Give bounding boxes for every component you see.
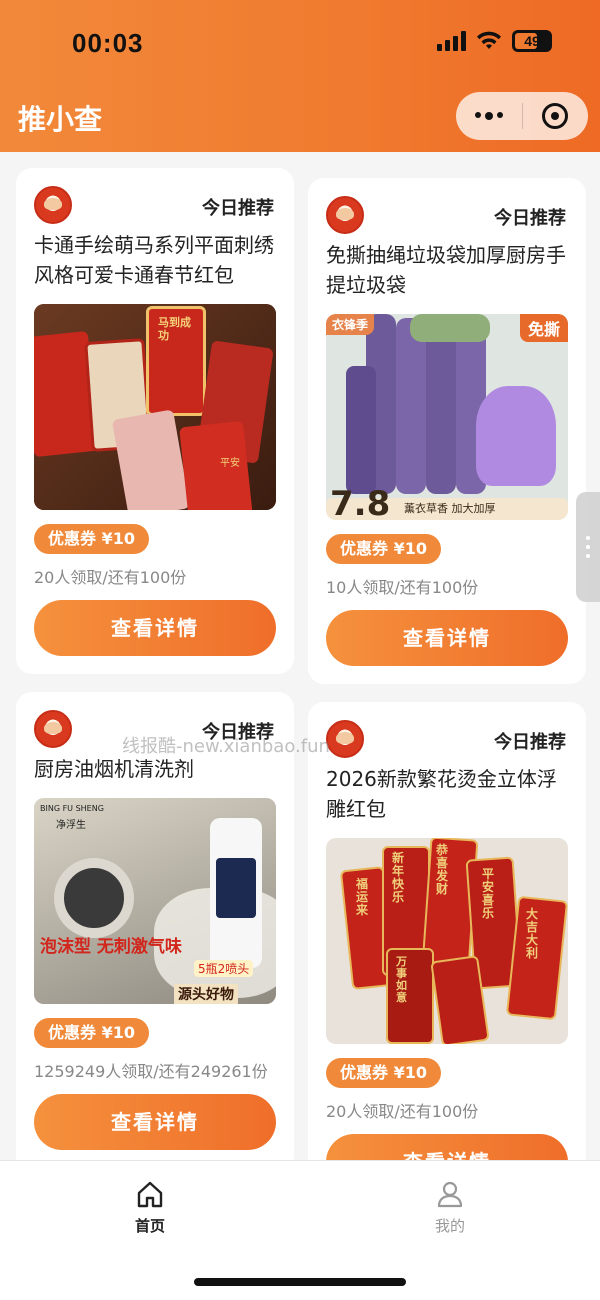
page-title: 推小查 — [18, 103, 103, 136]
product-image[interactable]: 衣锋季 免撕 7.8 薰衣草香 加大加厚 — [326, 314, 568, 520]
image-text: BING FU SHENG — [40, 804, 104, 813]
product-card[interactable]: 今日推荐 卡通手绘萌马系列平面刺绣风格可爱卡通春节红包 马到成功 平安 优惠券 … — [16, 168, 294, 674]
tab-home-label: 首页 — [134, 1217, 165, 1235]
tab-home[interactable]: 首页 — [110, 1179, 190, 1236]
coupon-badge: 优惠券 ¥10 — [34, 1018, 149, 1048]
claim-stock-text: 20人领取/还有100份 — [34, 568, 187, 587]
shop-logo — [326, 720, 364, 758]
image-text: 马到成功 — [158, 316, 191, 342]
product-title: 卡通手绘萌马系列平面刺绣风格可爱卡通春节红包 — [34, 233, 274, 287]
product-title: 2026新款繁花烫金立体浮雕红包 — [326, 767, 557, 821]
product-card[interactable]: 今日推荐 2026新款繁花烫金立体浮雕红包 新年快乐 恭喜发财 大吉大利 福运来… — [308, 702, 586, 1172]
coupon-badge: 优惠券 ¥10 — [34, 524, 149, 554]
image-text: 净浮生 — [56, 820, 86, 831]
product-title: 厨房油烟机清洗剂 — [34, 757, 194, 781]
top-header: 00:03 49 推小查 — [0, 0, 600, 152]
image-text: 大吉大利 — [526, 907, 539, 960]
view-details-button[interactable]: 查看详情 — [34, 600, 276, 656]
tab-me[interactable]: 我的 — [410, 1179, 490, 1236]
image-text: 福运来 — [356, 877, 369, 917]
claim-stock-text: 1259249人领取/还有249261份 — [34, 1062, 268, 1081]
recommend-label: 今日推荐 — [494, 208, 566, 229]
image-text: 泡沫型 无刺激气味 — [40, 937, 182, 957]
home-icon — [137, 1181, 163, 1208]
image-text: 5瓶2喷头 — [194, 960, 254, 977]
image-text: 源头好物 — [174, 984, 238, 1004]
shop-logo — [34, 186, 72, 224]
target-icon — [542, 103, 569, 129]
product-title: 免撕抽绳垃圾袋加厚厨房手提垃圾袋 — [326, 243, 566, 297]
image-text: 衣锋季 — [326, 314, 375, 335]
watermark: 线报酷-new.xianbao.fun — [122, 736, 330, 757]
tab-me-label: 我的 — [434, 1217, 465, 1235]
product-image[interactable]: 新年快乐 恭喜发财 大吉大利 福运来 万事如意 平安喜乐 — [326, 838, 568, 1044]
image-text: 平安喜乐 — [482, 867, 495, 920]
image-text: 万事如意 — [396, 955, 407, 1004]
side-drawer-handle[interactable] — [576, 492, 600, 602]
view-details-button[interactable]: 查看详情 — [326, 610, 568, 666]
home-indicator — [194, 1278, 406, 1286]
view-details-button[interactable]: 查看详情 — [34, 1094, 276, 1150]
product-image[interactable]: BING FU SHENG 净浮生 泡沫型 无刺激气味 5瓶2喷头 源头好物 — [34, 798, 276, 1004]
status-time: 00:03 — [72, 28, 144, 58]
wifi-icon — [477, 31, 501, 49]
claim-stock-text: 20人领取/还有100份 — [326, 1102, 479, 1121]
battery-percent: 49 — [524, 33, 540, 49]
status-icons: 49 — [437, 30, 552, 52]
miniprogram-capsule — [456, 92, 588, 140]
product-image[interactable]: 马到成功 平安 — [34, 304, 276, 510]
product-card[interactable]: 今日推荐 厨房油烟机清洗剂 BING FU SHENG 净浮生 泡沫型 无刺激气… — [16, 692, 294, 1172]
user-icon — [437, 1181, 463, 1208]
coupon-badge: 优惠券 ¥10 — [326, 534, 441, 564]
product-card[interactable]: 今日推荐 免撕抽绳垃圾袋加厚厨房手提垃圾袋 衣锋季 免撕 7.8 薰衣草香 加大… — [308, 178, 586, 684]
image-text: 平安 — [220, 458, 240, 469]
image-text: 新年快乐 — [392, 851, 405, 904]
shop-logo — [326, 196, 364, 234]
recommend-label: 今日推荐 — [202, 198, 274, 219]
more-button[interactable] — [456, 92, 522, 140]
image-text: 薰衣草香 加大加厚 — [404, 502, 496, 515]
recommend-label: 今日推荐 — [494, 732, 566, 753]
close-miniprogram-button[interactable] — [523, 92, 589, 140]
image-text: 7.8 — [330, 484, 391, 520]
shop-logo — [34, 710, 72, 748]
battery-icon: 49 — [512, 30, 552, 52]
more-dots-icon — [474, 112, 503, 120]
image-text: 恭喜发财 — [436, 843, 449, 896]
image-text: 免撕 — [519, 314, 568, 342]
cellular-signal-icon — [437, 31, 466, 51]
claim-stock-text: 10人领取/还有100份 — [326, 578, 479, 597]
coupon-badge: 优惠券 ¥10 — [326, 1058, 441, 1088]
